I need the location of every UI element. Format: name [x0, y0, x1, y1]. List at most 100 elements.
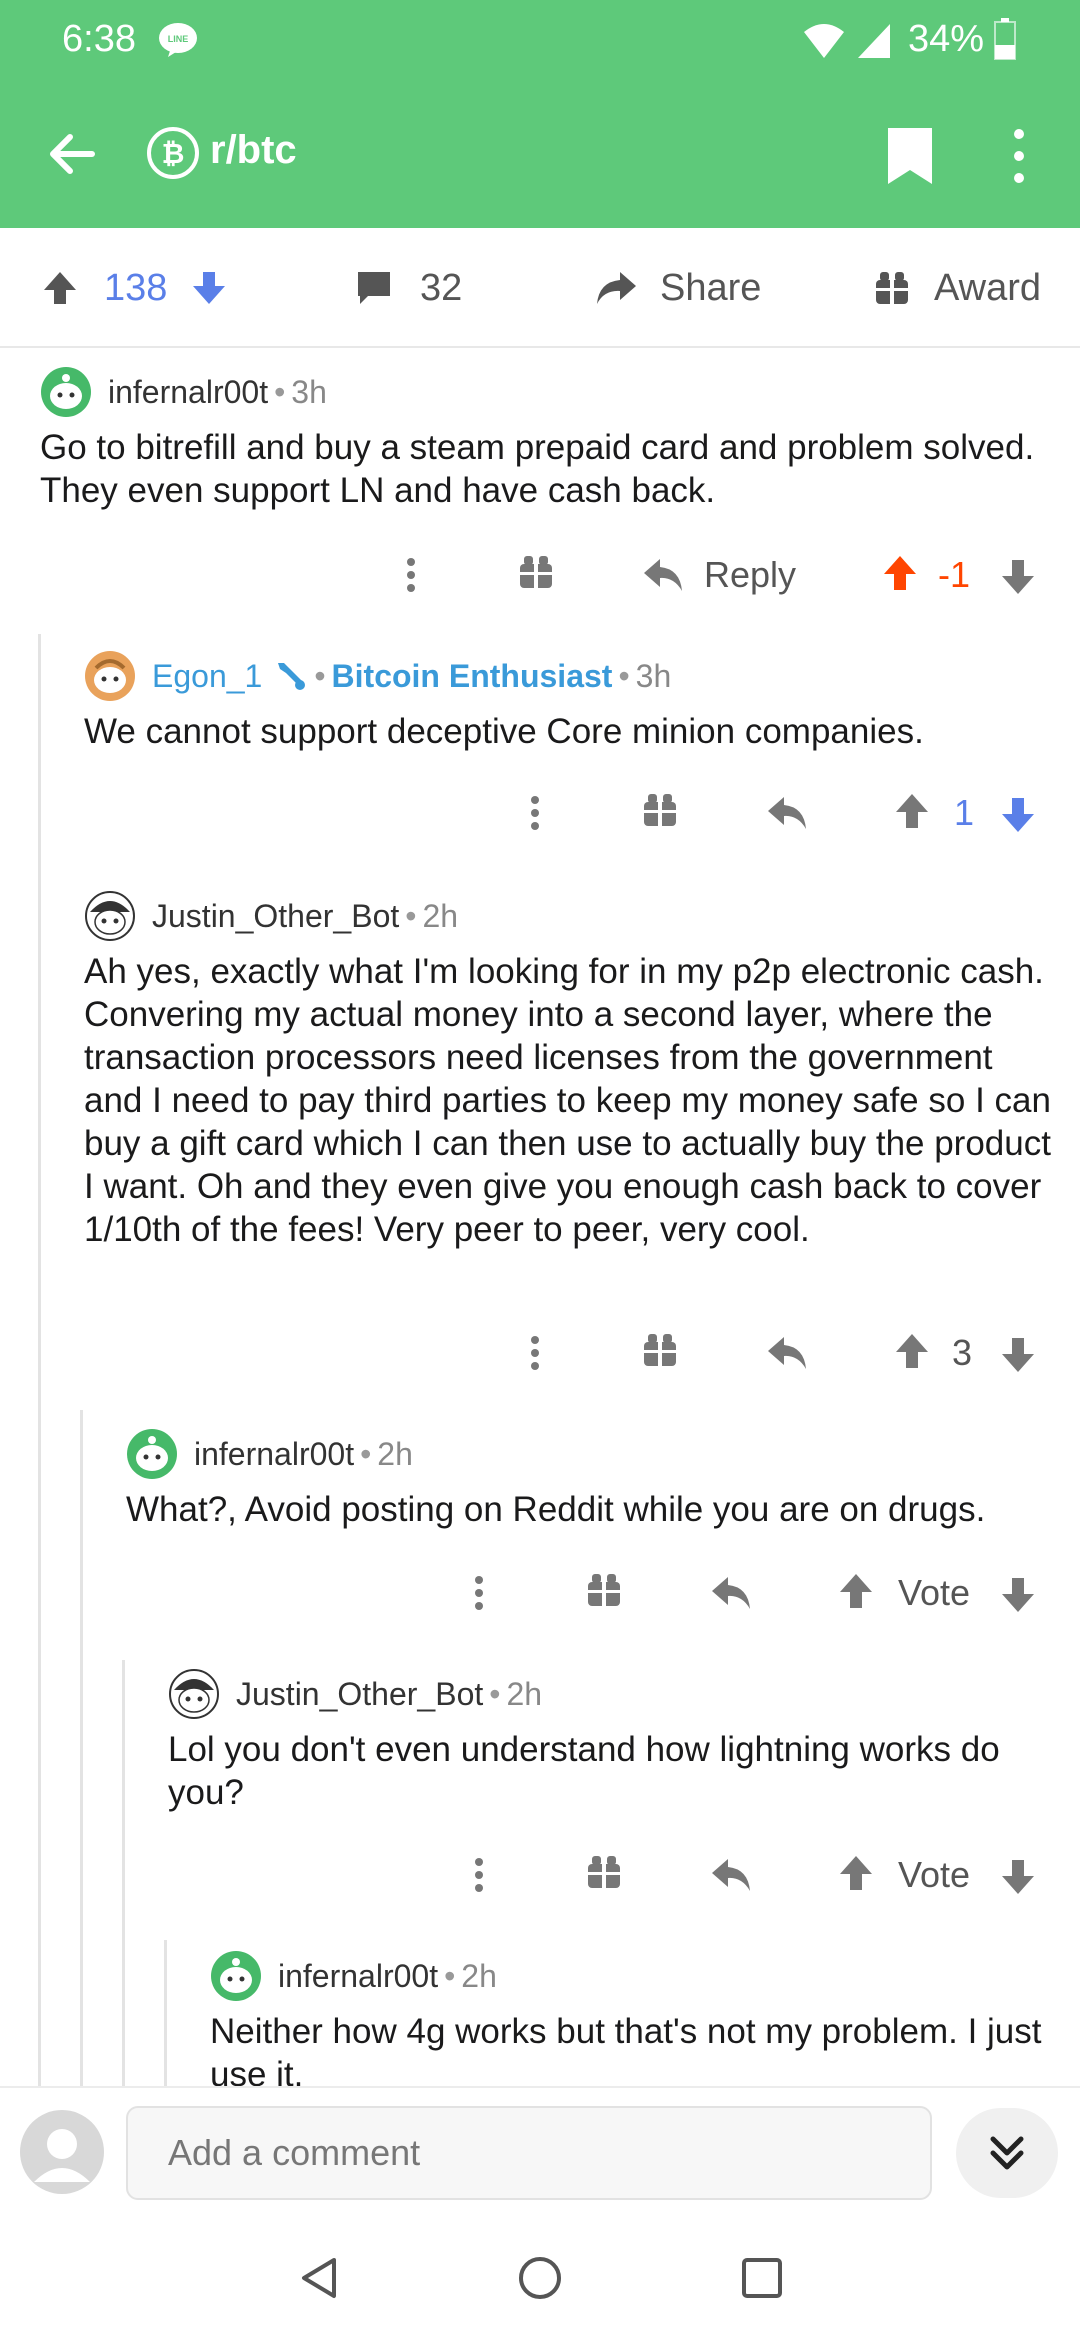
- avatar[interactable]: [40, 366, 92, 418]
- upvote-icon[interactable]: [892, 778, 932, 848]
- gift-icon: [876, 272, 908, 304]
- vote-label: Vote: [898, 1572, 971, 1613]
- avatar[interactable]: [84, 650, 136, 702]
- comment-text: Neither how 4g works but that's not my p…: [210, 2012, 1042, 2086]
- nav-back-icon[interactable]: [296, 2254, 344, 2302]
- upvote-icon[interactable]: [892, 1318, 932, 1388]
- reply-button[interactable]: Reply: [642, 540, 796, 610]
- collapse-comments-button[interactable]: [956, 2108, 1058, 2198]
- more-vert-icon[interactable]: [464, 1840, 494, 1910]
- gift-icon[interactable]: [640, 778, 680, 848]
- comment-header: infernalr00t • 2h: [210, 1948, 1060, 2004]
- avatar[interactable]: [126, 1428, 178, 1480]
- user-avatar-icon[interactable]: [20, 2110, 104, 2194]
- downvote-icon[interactable]: [998, 1318, 1038, 1388]
- downvote-icon[interactable]: [998, 540, 1038, 610]
- status-bar: 6:38 LINE 34%: [0, 0, 1080, 80]
- vote-label: Vote: [898, 1854, 971, 1895]
- comment-text: What?, Avoid posting on Reddit while you…: [126, 1490, 986, 1529]
- comment: infernalr00t • 2h What?, Avoid posting o…: [126, 1426, 1056, 1531]
- post-vote-count: 138: [104, 266, 168, 309]
- gift-icon[interactable]: [516, 540, 556, 610]
- separator-dot: •: [274, 373, 286, 410]
- thread-line: [164, 1940, 167, 2086]
- comment-text: Ah yes, exactly what I'm looking for in …: [84, 952, 1051, 1249]
- comment-composer-bar: Add a comment: [0, 2086, 1080, 2214]
- avatar[interactable]: [168, 1668, 220, 1720]
- comment-author[interactable]: infernalr00t: [194, 1436, 354, 1473]
- reply-label: Reply: [704, 554, 797, 595]
- comment-age: 2h: [377, 1435, 413, 1472]
- gift-icon[interactable]: [640, 1318, 680, 1388]
- more-vert-icon[interactable]: [396, 540, 426, 610]
- comment-actions: 1: [0, 778, 1080, 848]
- separator-dot: •: [489, 1675, 501, 1712]
- reply-icon[interactable]: [766, 1318, 808, 1388]
- back-arrow-icon[interactable]: [42, 124, 102, 184]
- comment-age: 2h: [506, 1675, 543, 1712]
- bitcoin-icon[interactable]: ₿: [146, 126, 200, 180]
- svg-text:LINE: LINE: [168, 34, 189, 44]
- avatar[interactable]: [210, 1950, 262, 2002]
- share-button[interactable]: Share: [594, 228, 761, 348]
- gift-icon[interactable]: [584, 1558, 624, 1628]
- comment-score: 1: [954, 792, 975, 833]
- comment-actions: Reply -1: [0, 540, 1080, 610]
- post-vote-group: 138: [40, 228, 229, 348]
- gift-icon[interactable]: [584, 1840, 624, 1910]
- reply-icon[interactable]: [710, 1840, 752, 1910]
- comment-age: 3h: [291, 373, 327, 410]
- comment-author[interactable]: Justin_Other_Bot: [236, 1676, 483, 1713]
- downvote-icon[interactable]: [998, 1840, 1038, 1910]
- moderator-wrench-icon: [278, 663, 306, 690]
- comment-author[interactable]: infernalr00t: [108, 374, 268, 411]
- comments-button[interactable]: 32: [354, 228, 462, 348]
- comment: Justin_Other_Bot • 2h Ah yes, exactly wh…: [84, 888, 1054, 1251]
- more-vert-icon[interactable]: [1004, 124, 1034, 188]
- app-bar: ₿ r/btc: [0, 80, 1080, 228]
- reply-icon[interactable]: [766, 778, 808, 848]
- bookmark-icon[interactable]: [880, 124, 940, 188]
- upvote-icon[interactable]: [836, 1558, 876, 1628]
- award-button[interactable]: Award: [874, 228, 1041, 348]
- double-chevron-down-icon: [990, 2136, 1024, 2170]
- comment-header: infernalr00t • 2h: [126, 1426, 1056, 1482]
- comment-icon: [358, 272, 390, 304]
- downvote-icon[interactable]: [189, 268, 229, 308]
- separator-dot: •: [405, 897, 417, 934]
- downvote-icon[interactable]: [998, 1558, 1038, 1628]
- upvote-icon[interactable]: [40, 268, 80, 308]
- upvote-icon[interactable]: [836, 1840, 876, 1910]
- comment-text: We cannot support deceptive Core minion …: [84, 712, 924, 751]
- comment-age: 3h: [635, 657, 672, 694]
- share-icon: [597, 272, 636, 304]
- comment: infernalr00t • 2h Neither how 4g works b…: [210, 1948, 1060, 2086]
- signal-icon: [858, 24, 890, 58]
- add-comment-input[interactable]: Add a comment: [126, 2106, 932, 2200]
- comment-text: Go to bitrefill and buy a steam prepaid …: [40, 428, 1035, 510]
- nav-recents-icon[interactable]: [738, 2254, 786, 2302]
- downvote-icon[interactable]: [998, 778, 1038, 848]
- comment: Egon_1 • Bitcoin Enthusiast • 3h We cann…: [84, 648, 1050, 753]
- line-icon: LINE: [159, 23, 197, 57]
- reply-icon[interactable]: [710, 1558, 752, 1628]
- comment-author[interactable]: infernalr00t: [278, 1958, 438, 1995]
- svg-text:₿: ₿: [162, 137, 185, 170]
- separator-dot: •: [444, 1957, 456, 1994]
- status-time: 6:38: [62, 18, 136, 60]
- comment-text: Lol you don't even understand how lightn…: [168, 1730, 1000, 1812]
- comments-count: 32: [420, 266, 463, 309]
- app-header: 6:38 LINE 34% ₿ r/btc: [0, 0, 1080, 228]
- more-vert-icon[interactable]: [520, 778, 550, 848]
- more-vert-icon[interactable]: [520, 1318, 550, 1388]
- comment-author[interactable]: Egon_1: [152, 658, 262, 695]
- battery-icon: [994, 18, 1016, 60]
- nav-home-icon[interactable]: [516, 2254, 564, 2302]
- upvote-icon[interactable]: [880, 540, 920, 610]
- award-label: Award: [934, 266, 1042, 309]
- add-comment-placeholder: Add a comment: [168, 2132, 421, 2173]
- comment-author[interactable]: Justin_Other_Bot: [152, 898, 399, 935]
- subreddit-name[interactable]: r/btc: [210, 128, 297, 173]
- avatar[interactable]: [84, 890, 136, 942]
- more-vert-icon[interactable]: [464, 1558, 494, 1628]
